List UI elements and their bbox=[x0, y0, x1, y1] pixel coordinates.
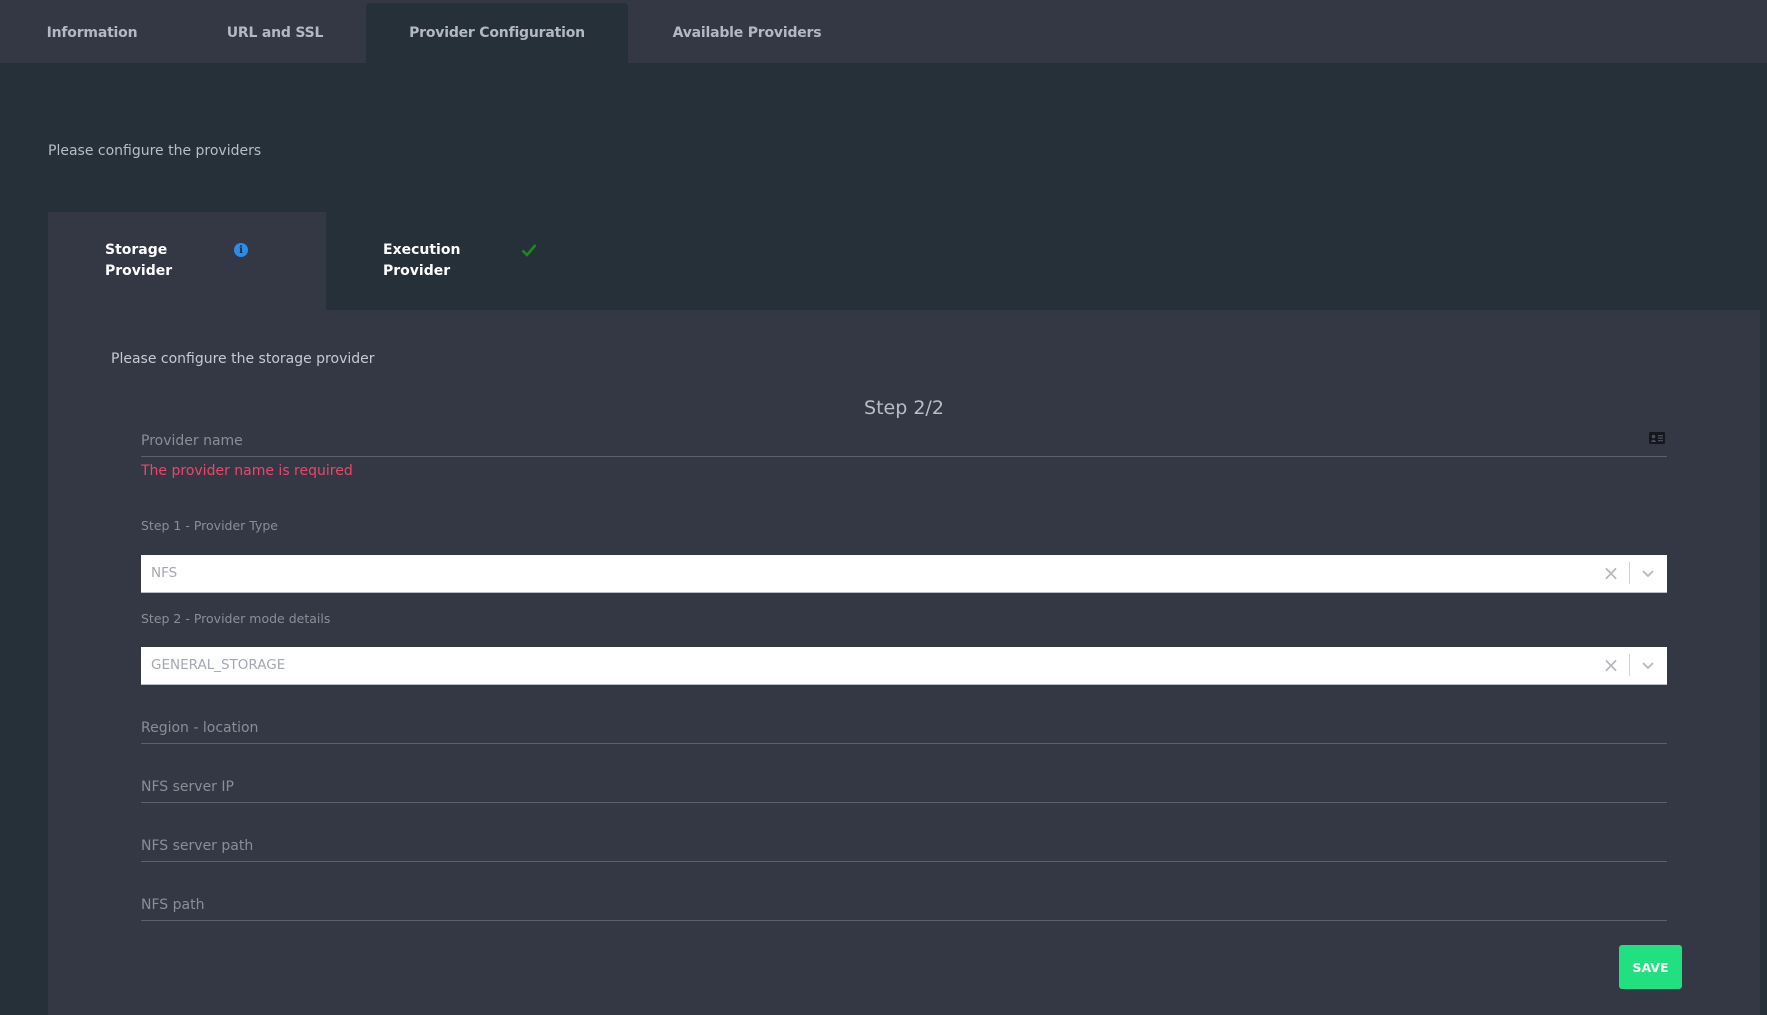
provider-type-value: NFS bbox=[151, 565, 178, 581]
nfs-path-field bbox=[141, 881, 1667, 921]
check-icon bbox=[521, 244, 537, 257]
step1-label: Step 1 - Provider Type bbox=[141, 518, 278, 533]
panel-intro-text: Please configure the storage provider bbox=[111, 351, 375, 367]
provider-name-error: The provider name is required bbox=[141, 463, 353, 479]
nfs-path-input[interactable] bbox=[141, 881, 1667, 920]
provider-name-input[interactable] bbox=[141, 417, 1667, 456]
save-button[interactable]: SAVE bbox=[1619, 945, 1682, 989]
provider-name-field bbox=[141, 417, 1667, 457]
chevron-down-icon[interactable] bbox=[1637, 563, 1659, 583]
tab-url-and-ssl-label: URL and SSL bbox=[226, 25, 324, 41]
tab-available-providers-label: Available Providers bbox=[672, 25, 822, 41]
tab-provider-configuration[interactable]: Provider Configuration bbox=[366, 3, 628, 63]
tab-information-label: Information bbox=[46, 25, 138, 41]
nfs-server-ip-field bbox=[141, 763, 1667, 803]
tab-information[interactable]: Information bbox=[0, 3, 184, 63]
page-intro-text: Please configure the providers bbox=[48, 143, 262, 159]
step-indicator: Step 2/2 bbox=[864, 397, 944, 419]
info-icon: i bbox=[234, 243, 248, 257]
region-location-input[interactable] bbox=[141, 704, 1667, 743]
region-location-field bbox=[141, 704, 1667, 744]
address-card-icon bbox=[1649, 432, 1665, 444]
nfs-server-ip-input[interactable] bbox=[141, 763, 1667, 802]
tab-provider-configuration-label: Provider Configuration bbox=[409, 25, 585, 41]
tab-available-providers[interactable]: Available Providers bbox=[628, 3, 866, 63]
step2-label: Step 2 - Provider mode details bbox=[141, 611, 331, 626]
chevron-down-icon[interactable] bbox=[1637, 655, 1659, 675]
nfs-server-path-input[interactable] bbox=[141, 822, 1667, 861]
top-tab-bar: Information URL and SSL Provider Configu… bbox=[0, 0, 1767, 63]
select-separator bbox=[1629, 562, 1630, 584]
provider-type-select[interactable]: NFS × bbox=[141, 555, 1667, 593]
tab-storage-provider-label: Storage Provider bbox=[105, 242, 173, 279]
clear-icon[interactable]: × bbox=[1601, 562, 1621, 584]
select-separator bbox=[1629, 654, 1630, 676]
storage-provider-panel: Please configure the storage provider St… bbox=[48, 310, 1760, 1015]
tab-execution-provider-label: Execution Provider bbox=[383, 242, 461, 279]
clear-icon[interactable]: × bbox=[1601, 654, 1621, 676]
tab-execution-provider[interactable]: Execution Provider bbox=[326, 212, 604, 310]
tab-storage-provider[interactable]: Storage Provider i bbox=[48, 212, 326, 310]
provider-mode-select[interactable]: GENERAL_STORAGE × bbox=[141, 647, 1667, 685]
tab-url-and-ssl[interactable]: URL and SSL bbox=[184, 3, 366, 63]
provider-mode-value: GENERAL_STORAGE bbox=[151, 657, 286, 673]
nfs-server-path-field bbox=[141, 822, 1667, 862]
